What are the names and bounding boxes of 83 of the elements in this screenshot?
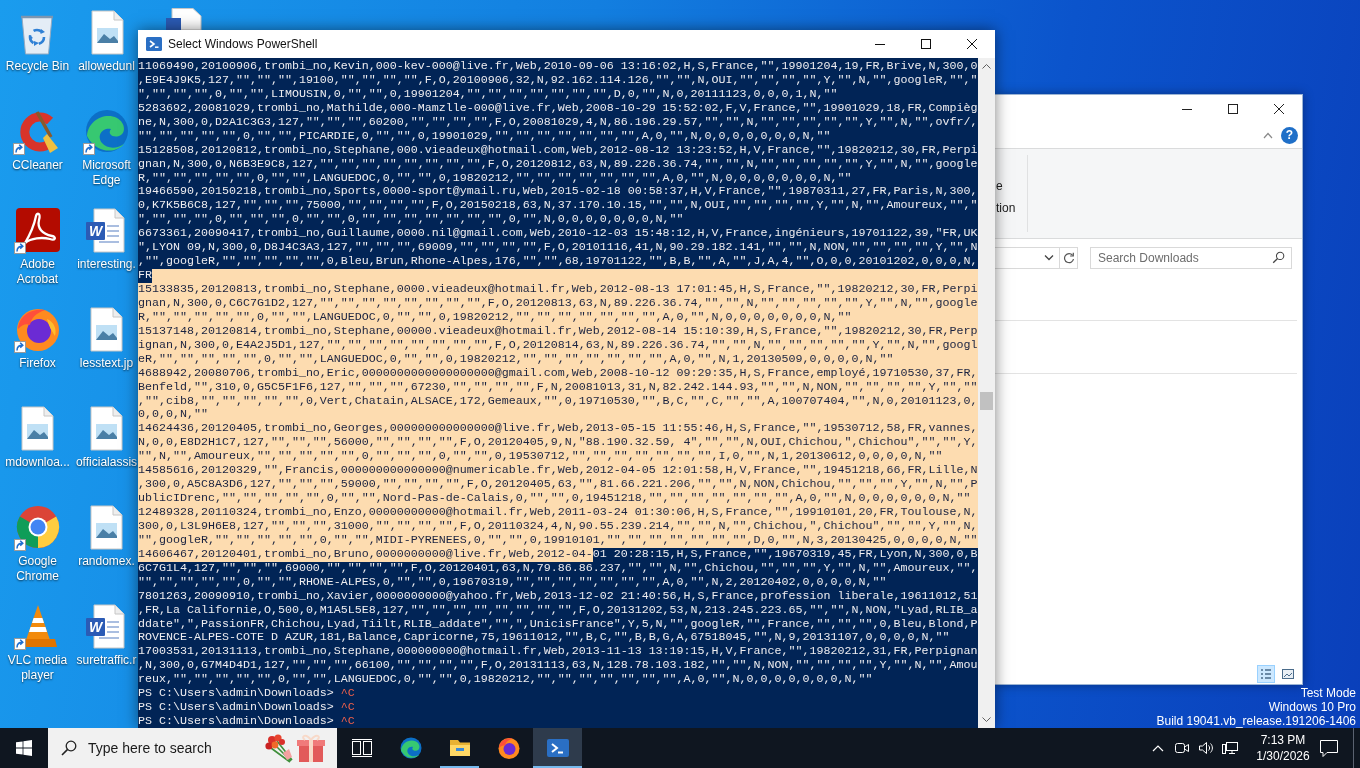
system-notice: Windows 10 Pro xyxy=(1268,700,1356,714)
document-icon[interactable] xyxy=(166,8,202,30)
console-line: "","","","","",0,"","",RHONE-ALPES,0,"","",0,19670319,"","","","","","","",A,0,"",N,2,20120402,0,0,0,0,N,"" xyxy=(138,575,887,590)
desktop-shortcut[interactable]: W interesting. xyxy=(77,200,136,272)
scrollbar-thumb[interactable] xyxy=(980,392,993,410)
refresh-icon xyxy=(1062,251,1075,264)
search-field[interactable]: Search Downloads xyxy=(1090,246,1292,269)
gift-icon[interactable] xyxy=(296,733,326,763)
refresh-button[interactable] xyxy=(1060,246,1078,269)
console-line: R,"","","","","",0,"","",LANGUEDOC,0,"","",0,19820212,"","","","","","","",A,0,"",N,0,0,0,0,0,0,0,N,"" xyxy=(138,171,852,186)
ribbon-label[interactable]: e xyxy=(996,175,1003,197)
interrupt-text: ^C xyxy=(340,686,355,701)
console-line: 6673361,20090417,trombi_no,Guillaume,0000.nil@gmail.com,Web,2010-12-03 15:48:12,H,V,France,ingénieurs,19701122,39,"FR,UK xyxy=(138,227,978,242)
interrupt-text: ^C xyxy=(340,714,355,728)
console-line: ","","","",0,"","","",0,"","",0,"","","","","","","",0,"",N,0,0,0,0,0,0,0,N,"" xyxy=(138,213,684,228)
firefox-icon xyxy=(496,736,521,760)
windows-logo-icon[interactable] xyxy=(16,740,32,756)
scroll-up-icon[interactable] xyxy=(982,64,991,69)
console-line: ,FR,La Californie,O,500,0,M1A5L5E8,127,"","","","","","","","",F,O,20131202,53,N,213.245.223.65,"","",N,NON,"Lyad,RLIB_a xyxy=(138,603,978,618)
desktop-shortcut[interactable]: CCleaner xyxy=(12,101,63,173)
camera-icon[interactable] xyxy=(1174,740,1190,756)
console-line: 19466590,20150218,trombi_no,Sports,0000-sport@ymail.ru,Web,2015-02-18 00:58:37,H,V,France,"",19870311,27,FR,Paris,N,300, xyxy=(138,185,978,200)
edge-icon xyxy=(398,736,423,760)
interrupt-text: ^C xyxy=(340,700,355,715)
desktop-shortcut[interactable]: Recycle Bin xyxy=(5,2,70,74)
powershell-icon xyxy=(146,36,162,52)
system-notice: Build 19041.vb_release.191206-1406 xyxy=(1156,714,1356,728)
console-line: "","","","","",0,"","",PICARDIE,0,"","",0,19901029,"","","","","","","",A,0,"",N,0,0,0,0,0,0,0,N,"" xyxy=(138,129,831,144)
desktop-shortcut[interactable]: Adobe Acrobat xyxy=(0,200,75,287)
desktop-shortcut[interactable]: Microsoft Edge xyxy=(75,101,138,188)
network-icon[interactable] xyxy=(1222,740,1238,756)
maximize-icon[interactable] xyxy=(1228,104,1238,114)
speaker-icon[interactable] xyxy=(1198,740,1214,756)
console-line: gnan,N,300,0,N6B3E9C8,127,"","","","","","","","",F,O,20120812,63,N,89.226.36.74,"","",N,"","","","","",Y,"",N,"",google xyxy=(138,157,978,172)
help-button[interactable]: ? xyxy=(1281,126,1298,144)
console-line: reux,"","","","","",0,"","",LANGUEDOC,0,"","",0,19820212,"","","","","","","",A,0,"",N,0,0,0,0,0,0,0,N,"" xyxy=(138,673,873,688)
ribbon-label[interactable]: tion xyxy=(996,197,1016,219)
desktop-shortcut[interactable]: W suretraffic.r xyxy=(76,596,137,668)
console-text: 01 20:28:15,H,S,France,"",19670319,45,FR,Lyon,N,300,0,B xyxy=(592,547,978,562)
task-view-icon xyxy=(349,736,374,760)
scrollbar-track[interactable] xyxy=(978,58,995,728)
powershell-icon xyxy=(545,736,570,760)
maximize-icon[interactable] xyxy=(921,39,931,49)
console-line: 5283692,20081029,trombi_no,Mathilde,000-Mamzlle-000@live.fr,Web,2008-10-29 15:52:02,F,V,France,"",19901029,18,FR,Compièg xyxy=(138,101,978,116)
console-line: ne,N,300,0,D2A1C3G3,127,"","","",60200,"","","","",F,O,20081029,4,N,86.196.29.57,"","",N,"","","","","",Y,"",N,"",ovfr/, xyxy=(138,115,978,130)
acrobat-icon xyxy=(13,206,62,254)
search-icon xyxy=(61,740,77,756)
console-line: 6C7G1L4,127,"","","",69000,"","","","",F,O,20120401,63,N,79.86.86.237,"","",N,"",Chichou,"","","",Y,"",N,"",Amoureux,"", xyxy=(138,561,978,576)
console-line: 0,K7K5B6C8,127,"","","",75000,"","","","",F,O,20150218,63,N,37.170.10.15,"","",N,OUI,"","","","",Y,"",N,"",Amoureux,""," xyxy=(138,199,978,214)
desktop-shortcut[interactable]: Firefox xyxy=(13,299,62,371)
search-icon xyxy=(1272,250,1285,264)
console-line: 15128508,20120812,trombi_no,Stephane,000.vieadeux@hotmail.com,Web,2012-08-12 13:23:52,H,V,France,"",19820212,30,FR,Perpi xyxy=(138,143,978,158)
console-text: FR xyxy=(138,269,152,283)
console-line: 7801263,20090910,trombi_no,Xavier,0000000000@yahoo.fr,Web,2013-12-02 21:40:56,H,S,France,profession liberale,19611012,51 xyxy=(138,589,978,604)
command-prompt: PS C:\Users\admin\Downloads> xyxy=(138,686,334,701)
desktop-shortcut[interactable]: lesstext.jp xyxy=(79,299,134,371)
console-line: ,N,300,0,G7M4D4D1,127,"","","",66100,"","","","",F,O,20131113,63,N,128.78.103.182,"","",N,NON,"","","","",Y,"",N,"",Amou xyxy=(138,659,978,674)
details-view-icon[interactable] xyxy=(1257,665,1275,683)
command-prompt: PS C:\Users\admin\Downloads> xyxy=(138,714,334,728)
chevron-down-icon[interactable] xyxy=(1044,254,1054,261)
desktop-shortcut[interactable]: officialassis xyxy=(75,398,138,470)
command-prompt: PS C:\Users\admin\Downloads> xyxy=(138,700,334,715)
notification-icon[interactable] xyxy=(1319,738,1339,758)
console-line: ddate",",PassionFR,Chichou,Lyad,Tiilt,RLIB_addate","",",UnicisFrance",Y,5,N,"",googleR,"",France,"","","",0,Bleu,Blond,P xyxy=(138,617,978,632)
clock[interactable]: 7:13 PM 1/30/2026 xyxy=(1249,728,1317,768)
desktop-shortcut[interactable]: allowedunl xyxy=(78,2,135,74)
console-line: ","","","",0,"","",LIMOUSIN,0,"","",0,19901204,"","","","","","","",D,0,"",N,0,20111123,0,0,0,1,N,"" xyxy=(138,87,838,102)
desktop-shortcut[interactable]: randomex. xyxy=(78,497,135,569)
scroll-down-icon[interactable] xyxy=(982,717,991,722)
console-line: ,E9E4J9K5,127,"","","",19100,"","","","",F,O,20100906,32,N,92.162.114.126,"","",N,OUI,"","","","",Y,"",N,"",googleR,""," xyxy=(138,73,978,88)
console-line: ",LYON 09,N,300,0,D8J4C3A3,127,"","","",69009,"","","","",F,O,20101116,41,N,90.29.182.141,"","",N,NON,"","","","",Y,"",N xyxy=(138,241,978,256)
desktop-shortcut[interactable]: mdownloa... xyxy=(5,398,70,470)
window-title: Select Windows PowerShell xyxy=(168,37,318,51)
console-line: 11069490,20100906,trombi_no,Kevin,000-kev-000@live.fr,Web,2010-09-06 13:16:02,H,S,France,"",19901204,19,FR,Brive,N,300,0 xyxy=(138,60,978,74)
console-line: ROVENCE-ALPES-COTE D AZUR,181,Balance,Capricorne,75,19611012,"",B,C,"",B,B,G,A,67518045,"",N,9,20131107,0,0,0,0,N,"" xyxy=(138,631,950,646)
system-notice: Test Mode xyxy=(1300,686,1356,700)
desktop-shortcut[interactable]: Google Chrome xyxy=(0,497,75,584)
search-field[interactable]: Type here to search xyxy=(48,728,337,768)
console-line: ,"",googleR,"","","","","",0,Bleu,Brun,Rhone-Alpes,176,"","",68,19701122,"",B,B,"",A,"",J,A,4,"",O,0,0,20101202,0,0,0,N, xyxy=(138,255,978,270)
console-line: 17003531,20131113,trombi_no,Stephane,000000000@hotmail.fr,Web,2013-11-13 13:19:15,H,V,France,"",19820212,31,FR,Perpignan xyxy=(138,645,978,660)
desktop-shortcut[interactable]: VLC media player xyxy=(0,596,75,683)
close-icon[interactable] xyxy=(1274,104,1284,114)
close-icon[interactable] xyxy=(967,39,977,49)
